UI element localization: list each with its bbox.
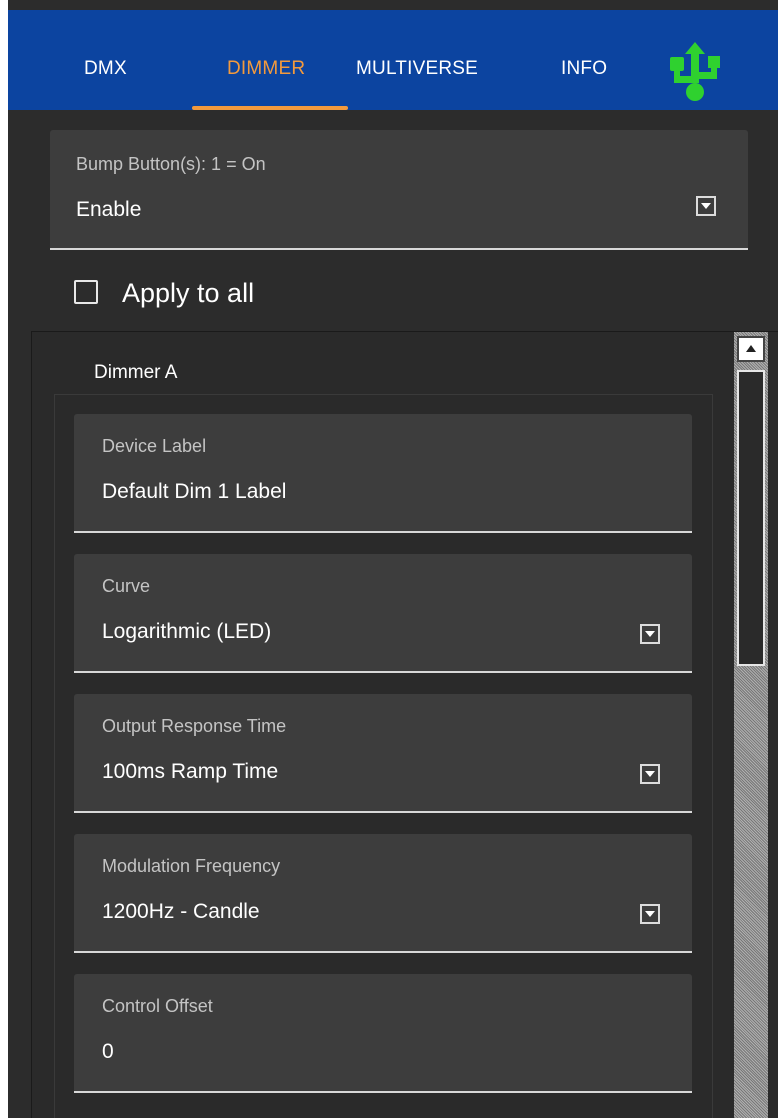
- chevron-down-icon[interactable]: [640, 764, 660, 784]
- top-nav: DMX DIMMER MULTIVERSE INFO: [8, 10, 778, 110]
- curve-select[interactable]: Curve Logarithmic (LED): [74, 554, 692, 673]
- control-offset-field[interactable]: Control Offset 0: [74, 974, 692, 1093]
- modulation-frequency-select[interactable]: Modulation Frequency 1200Hz - Candle: [74, 834, 692, 953]
- field-label: Device Label: [102, 436, 207, 456]
- field-value: Default Dim 1 Label: [102, 480, 287, 503]
- arrow-up-icon[interactable]: [737, 336, 765, 362]
- device-label-field[interactable]: Device Label Default Dim 1 Label: [74, 414, 692, 533]
- app-window: DMX DIMMER MULTIVERSE INFO Bump Button(s…: [8, 0, 778, 1118]
- field-label: Output Response Time: [102, 716, 287, 736]
- field-value: 0: [102, 1040, 114, 1063]
- dimmer-scroll-panel: Dimmer A Device Label Default Dim 1 Labe…: [31, 331, 778, 1118]
- field-label: Control Offset: [102, 996, 213, 1016]
- bump-button-value: Enable: [76, 198, 142, 221]
- tab-dmx[interactable]: DMX: [84, 58, 127, 80]
- output-response-time-select[interactable]: Output Response Time 100ms Ramp Time: [74, 694, 692, 813]
- field-value: Logarithmic (LED): [102, 620, 272, 643]
- chevron-down-icon[interactable]: [640, 904, 660, 924]
- field-value: 100ms Ramp Time: [102, 760, 279, 783]
- tab-info[interactable]: INFO: [561, 58, 607, 80]
- bump-button-select[interactable]: Bump Button(s): 1 = On Enable: [50, 130, 748, 250]
- apply-to-all-label[interactable]: Apply to all: [122, 278, 254, 309]
- field-value: 1200Hz - Candle: [102, 900, 260, 923]
- vertical-scrollbar[interactable]: [734, 332, 768, 1118]
- field-label: Modulation Frequency: [102, 856, 281, 876]
- usb-icon[interactable]: [666, 42, 724, 104]
- tab-multiverse[interactable]: MULTIVERSE: [356, 58, 478, 80]
- active-tab-indicator: [192, 106, 348, 110]
- bump-button-label: Bump Button(s): 1 = On: [76, 154, 266, 174]
- field-label: Curve: [102, 576, 151, 596]
- tab-dimmer[interactable]: DIMMER: [227, 58, 305, 80]
- chevron-down-icon[interactable]: [696, 196, 716, 216]
- scrollbar-thumb[interactable]: [737, 370, 765, 666]
- chevron-down-icon[interactable]: [640, 624, 660, 644]
- dimmer-group-title: Dimmer A: [94, 362, 178, 383]
- apply-to-all-checkbox[interactable]: [74, 280, 98, 304]
